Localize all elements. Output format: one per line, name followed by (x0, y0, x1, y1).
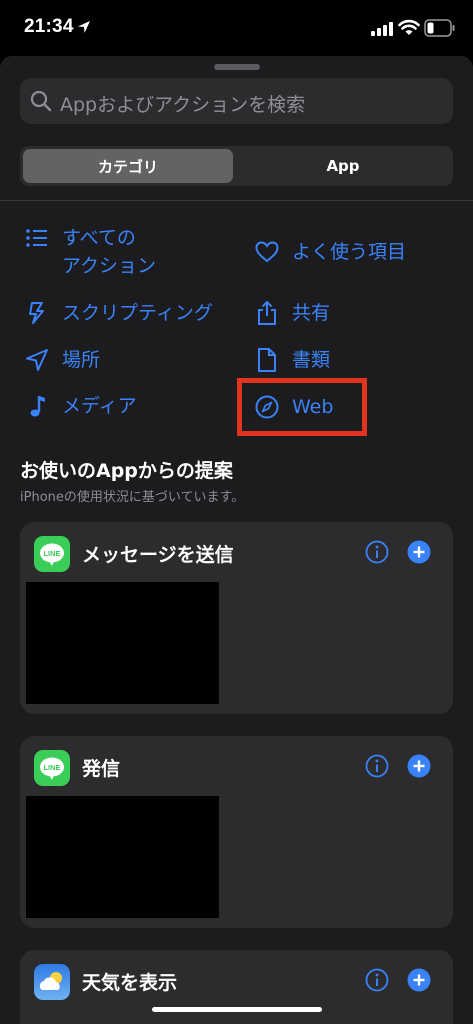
share-icon (258, 300, 276, 325)
category-share[interactable]: 共有 (254, 299, 330, 327)
scripting-icon (29, 302, 44, 324)
suggestion-card[interactable]: LINE メッセージを送信 (20, 522, 453, 714)
suggestion-card[interactable]: LINE 発信 (20, 736, 453, 928)
line-app-icon: LINE (34, 750, 70, 786)
heart-icon (255, 241, 279, 263)
segment-categories[interactable]: カテゴリ (23, 149, 233, 183)
list-icon (26, 229, 47, 247)
cellular-signal-icon (371, 22, 393, 36)
weather-app-icon (34, 964, 70, 1000)
category-label: よく使う項目 (292, 241, 407, 263)
location-services-icon (78, 21, 90, 33)
redacted-preview (26, 796, 219, 918)
status-time: 21:34 (24, 16, 74, 37)
info-icon[interactable] (365, 540, 389, 564)
category-label: スクリプティング (62, 302, 213, 324)
search-input[interactable]: Appおよびアクションを検索 (60, 90, 305, 117)
category-media[interactable]: メディア (24, 392, 137, 420)
app-icon-text: LINE (43, 549, 60, 558)
action-picker-sheet: Appおよびアクションを検索 カテゴリ App すべての アクション よく使う項… (0, 56, 473, 1024)
add-icon[interactable] (407, 754, 431, 778)
divider (0, 200, 473, 201)
category-all-actions[interactable]: すべての アクション (24, 224, 156, 280)
segment-apps[interactable]: App (236, 149, 450, 183)
suggestions-subtitle: iPhoneの使用状況に基づいています。 (20, 490, 245, 505)
document-icon (258, 348, 276, 372)
suggestion-card[interactable]: 天気を表示 (20, 950, 453, 1024)
status-bar: 21:34 (0, 0, 473, 56)
add-icon[interactable] (407, 968, 431, 992)
card-title: メッセージを送信 (82, 544, 234, 566)
battery-icon (424, 19, 455, 37)
add-icon[interactable] (407, 540, 431, 564)
highlight-annotation-box (237, 378, 367, 436)
card-title: 天気を表示 (82, 972, 178, 994)
suggestions-title: お使いのAppからの提案 (20, 460, 233, 482)
location-arrow-icon (26, 349, 48, 371)
category-label: メディア (62, 395, 137, 417)
app-icon-text: LINE (43, 763, 60, 772)
card-title: 発信 (82, 758, 121, 780)
redacted-preview (26, 582, 219, 704)
search-bar[interactable]: Appおよびアクションを検索 (20, 78, 453, 124)
search-icon (30, 90, 52, 112)
segmented-control: カテゴリ App (20, 146, 453, 186)
info-icon[interactable] (365, 754, 389, 778)
category-favorites[interactable]: よく使う項目 (254, 238, 406, 266)
home-indicator[interactable] (152, 1007, 322, 1012)
category-label: 共有 (292, 302, 331, 324)
music-note-icon (30, 396, 45, 417)
category-location[interactable]: 場所 (24, 346, 100, 374)
category-label: 書類 (292, 349, 331, 371)
sheet-grabber-handle[interactable] (214, 64, 260, 70)
info-icon[interactable] (365, 968, 389, 992)
category-label: 場所 (62, 349, 101, 371)
category-scripting[interactable]: スクリプティング (24, 299, 213, 327)
category-label: すべての アクション (62, 227, 157, 277)
category-documents[interactable]: 書類 (254, 346, 330, 374)
wifi-icon (398, 19, 420, 35)
line-app-icon: LINE (34, 536, 70, 572)
